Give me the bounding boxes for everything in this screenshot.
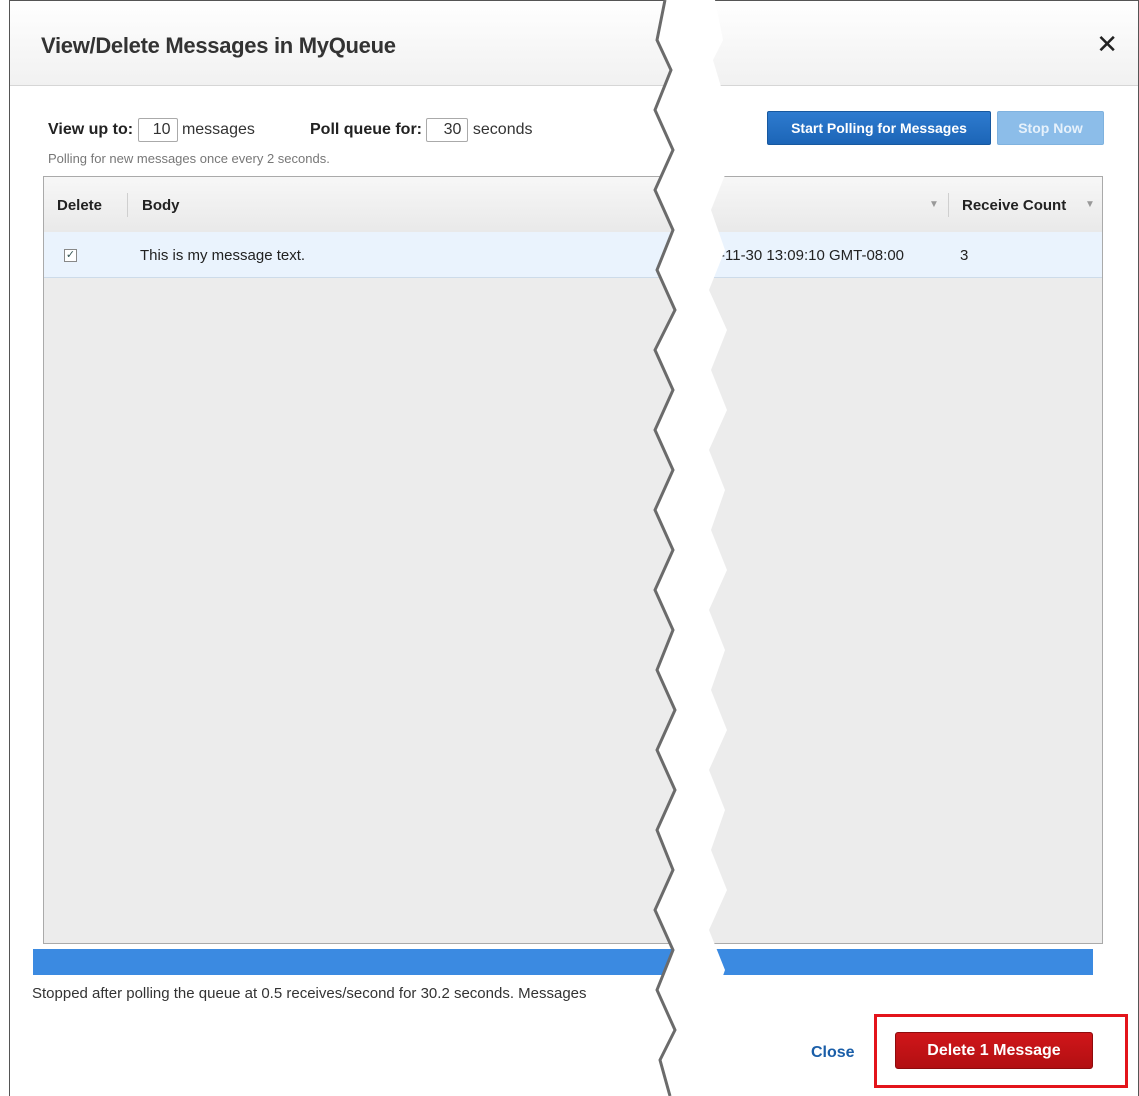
message-sent-time: -11-30 13:09:10 GMT-08:00	[720, 247, 904, 264]
polling-hint: Polling for new messages once every 2 se…	[48, 151, 330, 166]
dialog-title: View/Delete Messages in MyQueue	[41, 33, 396, 58]
dialog: View/Delete Messages in MyQueue ✕ View u…	[9, 0, 1139, 1096]
column-body[interactable]: Body	[142, 197, 180, 214]
poll-queue-control: Poll queue for: 30 seconds	[310, 118, 533, 142]
close-icon[interactable]: ✕	[1096, 31, 1118, 57]
messages-table: Delete Body ▼ Receive Count ▼ ✓ This is …	[43, 176, 1103, 944]
receive-count: 3	[960, 247, 969, 264]
sort-caret-icon[interactable]: ▼	[929, 199, 939, 210]
start-polling-button[interactable]: Start Polling for Messages	[767, 111, 991, 145]
messages-unit: messages	[181, 121, 255, 139]
polling-progress-bar	[33, 949, 1093, 975]
poll-queue-input[interactable]: 30	[426, 118, 469, 142]
stop-now-button[interactable]: Stop Now	[997, 111, 1104, 145]
view-up-to-control: View up to: 10 messages	[48, 118, 255, 142]
table-header: Delete Body ▼ Receive Count ▼	[44, 177, 1102, 233]
status-text: Stopped after polling the queue at 0.5 r…	[32, 985, 587, 1002]
close-link[interactable]: Close	[811, 1044, 855, 1062]
table-row[interactable]: ✓ This is my message text. -11-30 13:09:…	[44, 232, 1102, 278]
view-up-to-label: View up to:	[48, 121, 134, 139]
column-receive-count[interactable]: Receive Count	[962, 197, 1066, 214]
dialog-header: View/Delete Messages in MyQueue ✕	[10, 1, 1138, 86]
seconds-unit: seconds	[472, 121, 533, 139]
poll-queue-label: Poll queue for:	[310, 121, 422, 139]
column-delete[interactable]: Delete	[57, 197, 102, 214]
highlight-box	[874, 1014, 1128, 1088]
message-body: This is my message text.	[140, 247, 306, 264]
column-separator	[948, 193, 949, 217]
view-up-to-input[interactable]: 10	[137, 118, 178, 142]
sort-caret-icon[interactable]: ▼	[1085, 199, 1095, 210]
checkbox-checked-icon[interactable]: ✓	[64, 249, 77, 262]
torn-edge	[653, 0, 727, 1096]
column-separator	[127, 193, 128, 217]
